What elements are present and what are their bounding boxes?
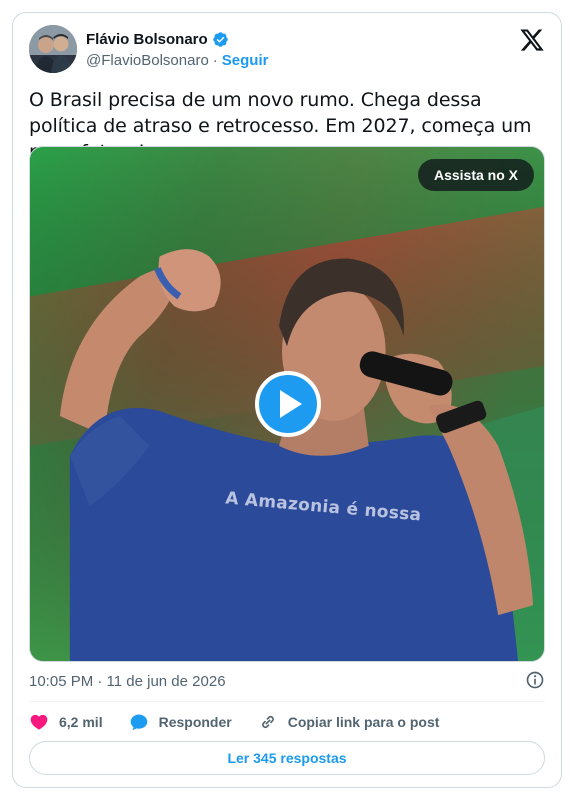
x-logo-icon[interactable] [519,27,545,53]
info-icon[interactable] [525,670,545,690]
follow-button[interactable]: Seguir [222,52,269,69]
author-handle-line: @FlavioBolsonaro · Seguir [86,52,268,69]
link-icon [261,715,274,729]
verified-badge-icon [212,31,229,48]
copy-link-button[interactable]: Copiar link para o post [258,712,440,732]
like-button[interactable]: 6,2 mil [29,712,103,732]
video-player[interactable]: A Amazonia é nossa Assista no X [29,146,545,662]
read-replies-button[interactable]: Ler 345 respostas [29,741,545,775]
heart-icon [30,714,48,730]
reply-button[interactable]: Responder [129,712,232,732]
avatar[interactable] [29,25,77,73]
tweet-card: Flávio Bolsonaro @FlavioBolsonaro · Segu… [12,12,562,788]
author-name-line: Flávio Bolsonaro [86,31,229,48]
reply-bubble-icon [130,714,147,730]
author-name[interactable]: Flávio Bolsonaro [86,31,208,48]
tweet-timestamp[interactable]: 10:05 PM · 11 de jun de 2026 [29,673,226,690]
watch-on-x-button[interactable]: Assista no X [417,159,534,191]
play-button[interactable] [255,371,321,437]
play-icon [280,390,302,418]
divider [29,701,545,702]
separator-dot: · [212,52,218,69]
like-count: 6,2 mil [59,714,103,730]
action-bar: 6,2 mil Responder Copiar link para o pos… [29,709,465,735]
avatar-image [29,25,77,73]
tweet-header: Flávio Bolsonaro @FlavioBolsonaro · Segu… [29,25,545,77]
reply-label: Responder [158,714,232,730]
copy-link-label: Copiar link para o post [287,714,440,730]
author-handle[interactable]: @FlavioBolsonaro [86,52,209,69]
